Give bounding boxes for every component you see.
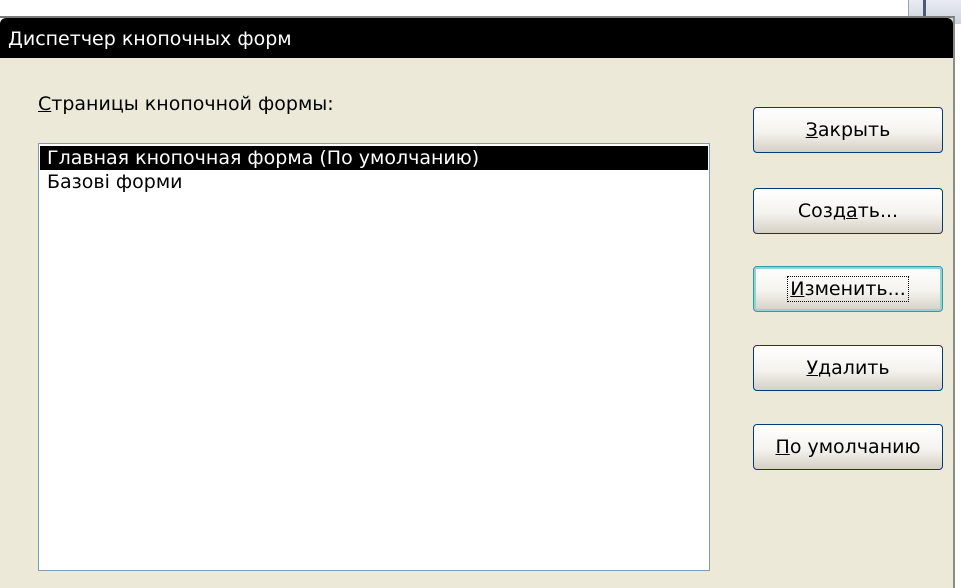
- pages-label: Страницы кнопочной формы:: [38, 92, 334, 116]
- make-default-button[interactable]: По умолчанию: [753, 424, 943, 470]
- list-item-base-forms[interactable]: Базові форми: [40, 170, 708, 194]
- close-button-access-key: З: [805, 119, 818, 141]
- dialog-client-area: Страницы кнопочной формы: Главная кнопоч…: [0, 58, 953, 588]
- create-button-access-key: а: [846, 200, 858, 222]
- edit-button-access-key: И: [790, 278, 805, 300]
- delete-button-access-key: У: [806, 357, 819, 379]
- make-default-button-post: о умолчанию: [789, 436, 921, 458]
- edit-button-post: зменить...: [804, 278, 906, 300]
- switchboard-pages-list[interactable]: Главная кнопочная форма (По умолчанию) Б…: [38, 143, 710, 571]
- edit-button-focus-ring: Изменить...: [787, 276, 909, 302]
- close-button[interactable]: Закрыть: [753, 107, 943, 153]
- list-item-main-switchboard[interactable]: Главная кнопочная форма (По умолчанию): [40, 146, 708, 170]
- edit-button[interactable]: Изменить...: [753, 266, 943, 312]
- title-bar[interactable]: Диспетчер кнопочных форм: [0, 18, 953, 58]
- make-default-button-access-key: П: [775, 436, 790, 458]
- delete-button[interactable]: Удалить: [753, 345, 943, 391]
- create-button-post: ть...: [857, 200, 899, 222]
- window-title: Диспетчер кнопочных форм: [8, 28, 292, 50]
- close-button-post: акрыть: [817, 119, 891, 141]
- create-button-pre: Созд: [797, 200, 847, 222]
- delete-button-post: далить: [818, 357, 890, 379]
- switchboard-manager-dialog: Диспетчер кнопочных форм Страницы кнопоч…: [0, 16, 955, 588]
- pages-label-text: траницы кнопочной формы:: [51, 93, 334, 115]
- pages-label-access-key: С: [38, 93, 52, 115]
- create-button[interactable]: Создать...: [753, 188, 943, 234]
- top-background: [0, 0, 961, 12]
